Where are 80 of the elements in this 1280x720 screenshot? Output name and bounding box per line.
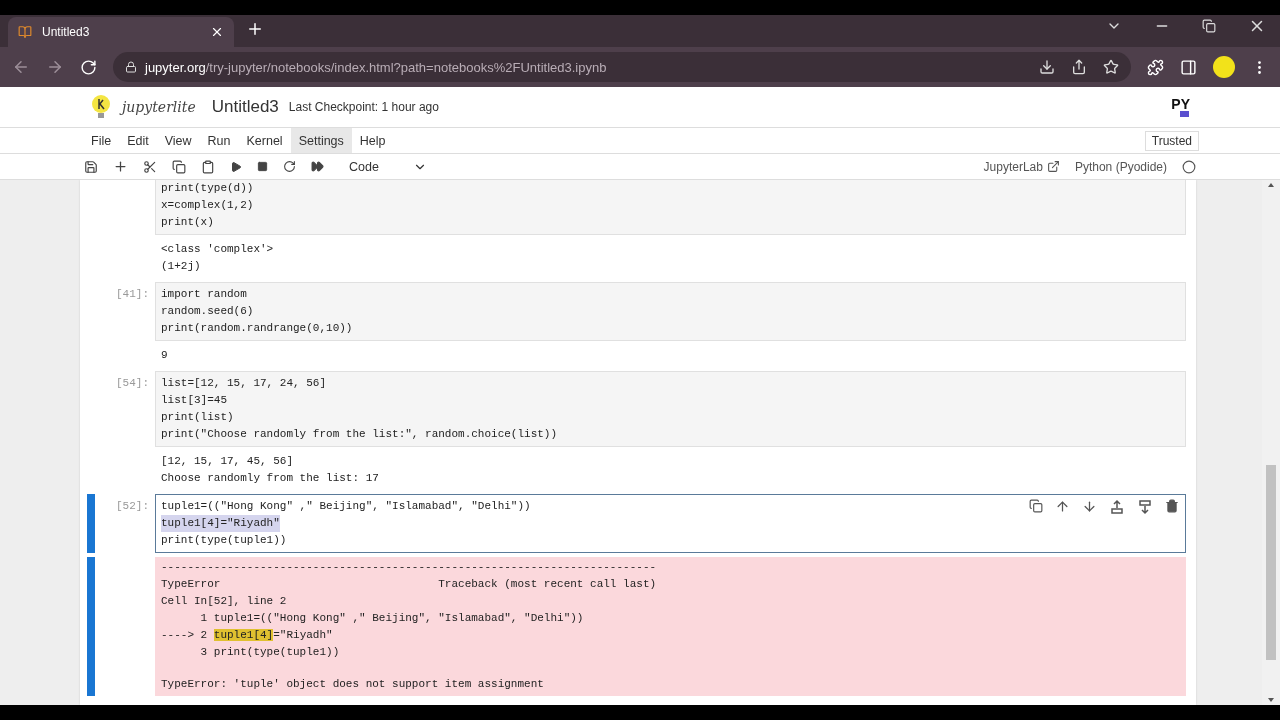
code-cell[interactable]: print(type(d)) x=complex(1,2) print(x) [155,180,1186,235]
output-line: Choose randomly from the list: 17 [161,471,380,486]
duplicate-icon[interactable] [1029,499,1043,515]
share-icon[interactable] [1071,59,1087,75]
close-icon[interactable] [210,25,224,39]
code-line: tuple1=(("Hong Kong" ," Beijing", "Islamabad", "Delhi")) [161,499,531,514]
code-line: print(type(d)) [161,181,254,196]
avatar[interactable] [1213,56,1235,78]
menu-item[interactable]: Edit [119,128,157,153]
star-icon[interactable] [1103,59,1119,75]
menu-item[interactable]: View [156,128,200,153]
external-link-icon [1046,160,1060,173]
stop-icon[interactable] [257,161,268,172]
traceback-line: 1 tuple1=(("Hong Kong" ," Beijing", "Islamabad", "Delhi")) [199,611,585,626]
output-line: [12, 15, 17, 45, 56] [161,454,295,469]
delete-icon[interactable] [1165,499,1179,515]
copy-icon[interactable] [172,159,186,174]
traceback-line: Cell In[52], line 2 [161,594,288,609]
traceback-line: 3 print(type(tuple1)) [199,645,341,660]
scrollbar-thumb[interactable] [1266,465,1276,660]
cell-type-dropdown[interactable]: Code [349,159,427,174]
traceback-line: ----> 2 tuple1[4]="Riyadh" [161,628,334,643]
paste-icon[interactable] [201,159,215,174]
code-line: random.seed(6) [161,304,254,319]
code-line: print(type(tuple1)) [161,533,287,548]
cell-prompt: [54]: [116,377,149,389]
output-line: 9 [161,348,169,363]
menu-item[interactable]: Kernel [238,128,291,153]
traceback-line: --------------------------------------------------------------------------- [161,560,658,575]
puzzle-icon[interactable] [1147,58,1164,76]
browser-tab[interactable]: Untitled3 [8,17,234,47]
add-icon[interactable] [113,159,128,174]
logo-icon [90,94,112,120]
code-line: print(random.randrange(0,10)) [161,321,353,336]
code-line: list=[12, 15, 17, 24, 56] [161,376,327,391]
code-cell[interactable]: list=[12, 15, 17, 24, 56] list[3]=45 print(list) print("Choose randomly from the list:", random.choice(list)) [155,371,1186,447]
code-cell[interactable]: import random random.seed(6) print(random.randrange(0,10)) [155,282,1186,341]
address-bar[interactable]: jupyter.org/try-jupyter/notebooks/index.html?path=notebooks%2FUntitled3.ipynb [113,52,1131,82]
logo-square [1180,111,1190,117]
insert-above-icon[interactable] [1109,499,1125,515]
move-down-icon[interactable] [1082,499,1097,515]
fast-forward-icon[interactable] [311,160,324,173]
restore-icon[interactable] [1202,19,1216,33]
menu-item[interactable]: Run [199,128,239,153]
menu-item[interactable]: Settings [290,128,352,153]
book-icon [18,25,32,39]
error-message: TypeError: 'tuple' object does not support item assignment [161,677,545,692]
menu-item[interactable]: Help [351,128,394,153]
notebook-title[interactable]: Untitled3 [211,97,279,117]
checkpoint-text: Last Checkpoint: 1 hour ago [288,100,439,114]
move-up-icon[interactable] [1055,499,1070,515]
jupyterlab-link[interactable]: JupyterLab [983,159,1060,174]
cell-prompt: [41]: [116,288,149,300]
lock-icon [125,61,137,73]
cut-icon[interactable] [143,159,157,174]
side-panel-icon[interactable] [1180,58,1197,76]
code-line: print(x) [161,215,214,230]
code-line: list[3]=45 [161,393,227,408]
insert-below-icon[interactable] [1137,499,1153,515]
forward-icon[interactable] [46,58,64,76]
code-line: print(list) [161,410,234,425]
code-line: import random [161,287,247,302]
download-icon[interactable] [1039,59,1055,75]
code-line: print("Choose randomly from the list:", random.choice(list)) [161,427,558,442]
kernel-logo: PY [1171,97,1190,111]
code-cell[interactable]: tuple1=(("Hong Kong" ," Beijing", "Islamabad", "Delhi")) tuple1[4]="Riyadh" print(type(tuple1)) [155,494,1186,553]
restart-icon[interactable] [283,160,296,173]
output-line: (1+2j) [161,259,202,274]
menu-item[interactable]: File [83,128,120,153]
kernel-name[interactable]: Python (Pyodide) [1074,159,1167,174]
trusted-indicator[interactable]: Trusted [1144,130,1199,151]
traceback-line: TypeError Traceback (most recent call last) [161,577,658,592]
output-line: <class 'complex'> [161,242,275,257]
cell-prompt: [52]: [116,500,149,512]
run-icon[interactable] [230,160,242,173]
code-line: x=complex(1,2) [161,198,254,213]
new-tab-icon[interactable] [246,20,264,38]
save-icon[interactable] [84,159,98,174]
back-icon[interactable] [12,58,30,76]
reload-icon[interactable] [80,58,97,76]
